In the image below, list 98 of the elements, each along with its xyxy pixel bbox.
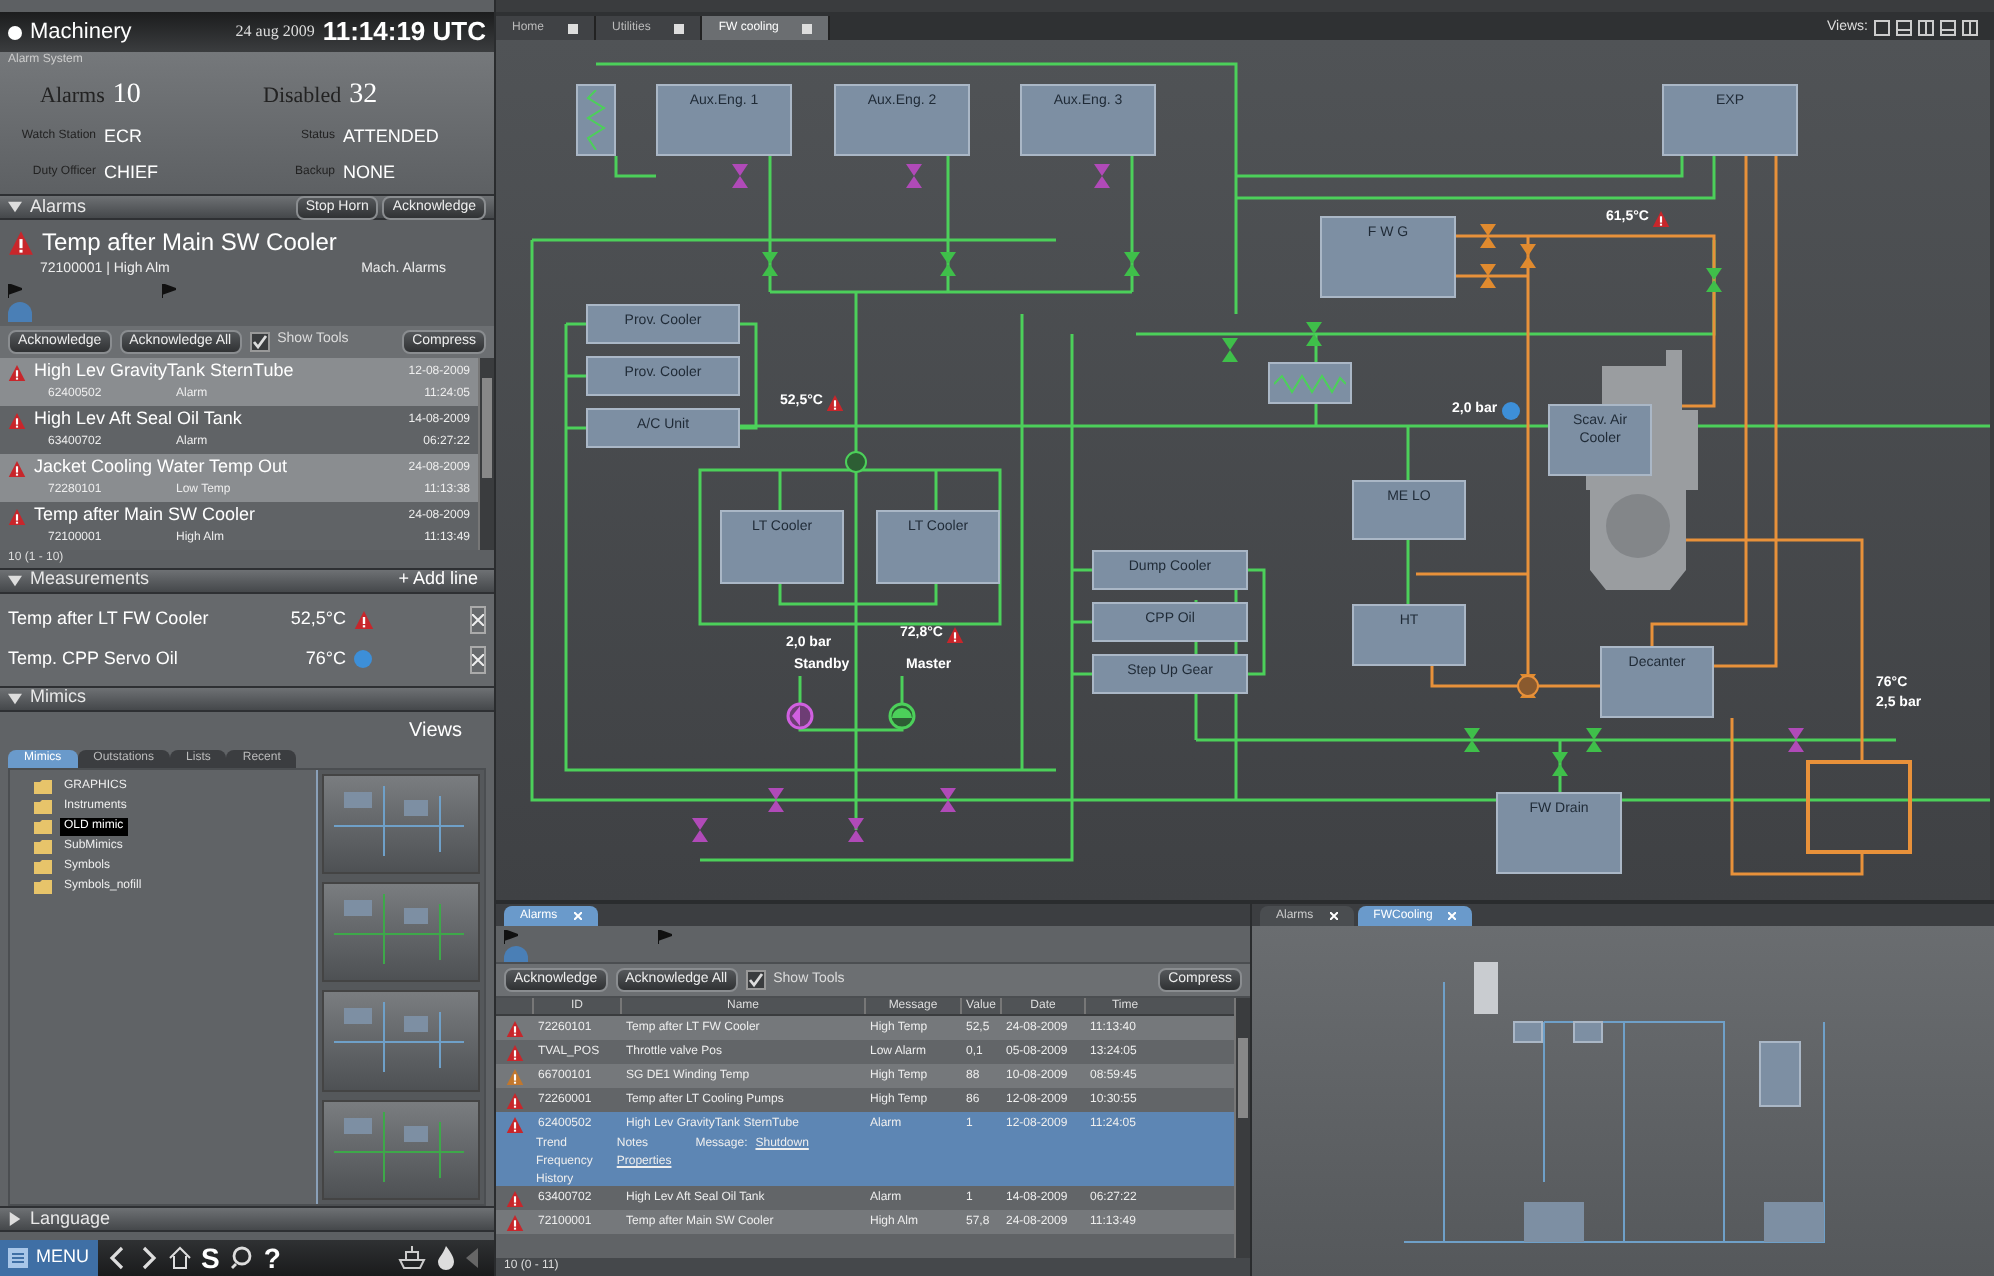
alarm-icon xyxy=(8,411,26,429)
flag-icon[interactable] xyxy=(8,284,22,298)
count-value: 10 xyxy=(112,78,141,114)
flag-icon[interactable] xyxy=(504,929,518,943)
alarm-icon xyxy=(354,609,374,629)
section-title: Measurements xyxy=(30,566,150,593)
pump-icon[interactable] xyxy=(888,702,916,730)
section-title: Mimics xyxy=(30,684,86,711)
menu-button[interactable]: MENU xyxy=(0,1240,97,1276)
layout-icon[interactable] xyxy=(1874,20,1890,36)
valve-icon[interactable] xyxy=(1788,728,1804,752)
mimic-thumbnail[interactable] xyxy=(322,1099,480,1200)
caret-icon[interactable] xyxy=(8,1212,22,1226)
section-header[interactable]: Measurements + Add line xyxy=(0,567,494,593)
valve-icon[interactable] xyxy=(940,252,956,276)
measurement-name: Temp. CPP Servo Oil xyxy=(8,645,180,672)
mimic-thumbnail[interactable] xyxy=(322,881,480,983)
valve-icon[interactable] xyxy=(1124,252,1140,276)
tank-outline xyxy=(1806,760,1912,854)
count-label: Alarms xyxy=(40,82,105,112)
field-value[interactable]: ECR xyxy=(104,124,143,151)
date-text: 24 aug 2009 xyxy=(235,20,315,44)
alarm-name: High Lev Aft Seal Oil Tank xyxy=(34,406,244,433)
help-button[interactable]: ? xyxy=(263,1244,281,1272)
valve-icon[interactable] xyxy=(768,788,784,812)
remove-icon[interactable] xyxy=(470,605,486,633)
checkbox[interactable] xyxy=(249,331,270,351)
valve-icon[interactable] xyxy=(1520,244,1536,268)
valve-icon[interactable] xyxy=(1520,674,1536,698)
alarm-icon xyxy=(1652,209,1671,228)
measurement-value: 52,5°C xyxy=(288,605,346,632)
current-alarm-title: Temp after Main SW Cooler xyxy=(42,226,337,260)
mimic-thumbnail[interactable] xyxy=(322,990,480,1092)
forward-icon[interactable] xyxy=(137,1246,157,1270)
layout-icon[interactable] xyxy=(1896,20,1912,36)
alarm-icon xyxy=(946,625,965,644)
views-label[interactable]: Views xyxy=(409,715,462,745)
pump-icon[interactable] xyxy=(786,702,814,730)
measurement-name: Temp after LT FW Cooler xyxy=(8,605,211,632)
flag-icon[interactable] xyxy=(658,929,672,943)
valve-icon[interactable] xyxy=(1480,224,1496,248)
count-label: Disabled xyxy=(263,82,342,112)
valve-icon[interactable] xyxy=(692,818,708,842)
heater xyxy=(576,84,616,156)
alarm-icon xyxy=(8,363,26,381)
status-orb-icon xyxy=(504,946,528,962)
valve-icon[interactable] xyxy=(1222,338,1238,362)
menu-icon xyxy=(8,1248,28,1268)
clock-text: 11:14:19 UTC xyxy=(322,14,486,51)
search-icon[interactable] xyxy=(229,1246,254,1270)
caret-icon[interactable] xyxy=(8,691,22,705)
measurement-value: 76°C xyxy=(303,645,346,672)
valve-icon[interactable] xyxy=(940,788,956,812)
left-arrow-icon[interactable] xyxy=(466,1248,478,1268)
alarm-name: High Lev GravityTank SternTube xyxy=(34,358,296,385)
caret-icon[interactable] xyxy=(8,573,22,587)
section-header[interactable]: Language xyxy=(0,1206,494,1232)
checkbox[interactable] xyxy=(745,970,766,990)
valve-icon[interactable] xyxy=(848,818,864,842)
remove-icon[interactable] xyxy=(470,645,486,673)
alarm-name: Temp after Main SW Cooler xyxy=(34,502,258,529)
field-value[interactable]: ATTENDED xyxy=(343,124,439,151)
alarm-icon xyxy=(8,459,26,477)
field-value[interactable]: NONE xyxy=(343,159,396,186)
alarm-icon xyxy=(826,393,845,412)
add-line-button[interactable]: + Add line xyxy=(398,566,486,594)
section-header[interactable]: Mimics xyxy=(0,685,494,711)
valve-icon[interactable] xyxy=(1480,264,1496,288)
layout-icon[interactable] xyxy=(1940,20,1956,36)
home-icon[interactable] xyxy=(167,1246,191,1270)
layout-icon[interactable] xyxy=(1962,20,1978,36)
section-title: Language xyxy=(30,1205,111,1232)
alarm-icon xyxy=(8,507,26,525)
status-orb-icon xyxy=(8,301,32,321)
app-title: Machinery xyxy=(30,17,132,48)
alarm-icon xyxy=(8,229,34,255)
mimic-thumbnail[interactable] xyxy=(322,773,480,874)
count-value: 32 xyxy=(349,78,378,114)
alarm-name: Jacket Cooling Water Temp Out xyxy=(34,454,290,481)
pump-icon[interactable] xyxy=(1514,674,1542,698)
valve-icon[interactable] xyxy=(762,252,778,276)
valve-icon[interactable] xyxy=(1464,728,1480,752)
back-icon[interactable] xyxy=(107,1246,127,1270)
flag-icon[interactable] xyxy=(162,284,176,298)
pump-icon[interactable] xyxy=(842,450,870,474)
s-button[interactable]: S xyxy=(201,1244,220,1272)
scrollbar[interactable] xyxy=(1234,998,1250,1258)
section-title: Alarms xyxy=(30,193,87,220)
heater xyxy=(1268,362,1352,404)
valve-icon[interactable] xyxy=(1552,752,1568,776)
layout-icon[interactable] xyxy=(1918,20,1934,36)
scrollbar[interactable] xyxy=(478,357,494,549)
valve-icon[interactable] xyxy=(1586,728,1602,752)
caret-icon[interactable] xyxy=(8,200,22,214)
field-value[interactable]: CHIEF xyxy=(104,159,158,186)
valve-icon[interactable] xyxy=(1306,322,1322,346)
ship-icon[interactable] xyxy=(398,1246,426,1270)
valve-icon[interactable] xyxy=(1706,268,1722,292)
